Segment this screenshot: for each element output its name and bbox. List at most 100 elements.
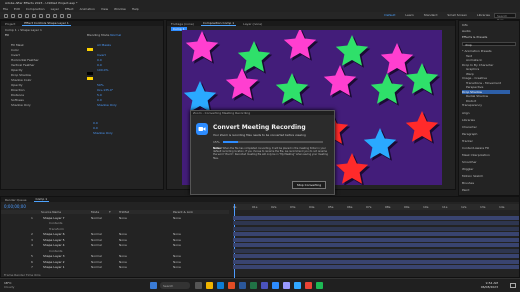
table-row[interactable]: 1 Shape Layer 7 Normal None None [1, 215, 229, 220]
panel-section[interactable]: Align [462, 111, 510, 115]
layer-name[interactable]: Shape Layer 2 [43, 260, 65, 264]
table-row[interactable]: 4 Shape Layer 4 Normal None None [1, 243, 229, 248]
pan-tool-icon[interactable] [39, 14, 43, 18]
layer-name[interactable]: Shape Layer 6 [43, 232, 65, 236]
layer-bar[interactable] [233, 221, 519, 225]
prop-value[interactable]: 50% [97, 83, 104, 87]
text-tool-icon[interactable] [60, 14, 64, 18]
layer-parent[interactable]: None [173, 238, 181, 242]
tab-footage[interactable]: Footage (none) [169, 22, 196, 26]
prop-value[interactable]: Invert [97, 53, 106, 57]
col-parent[interactable]: Parent & Link [173, 210, 193, 214]
rotate-tool-icon[interactable] [25, 14, 29, 18]
menu-animation[interactable]: Animation [80, 7, 95, 11]
table-row[interactable]: Contents [1, 248, 229, 253]
shadow-color-swatch-2[interactable] [87, 77, 93, 80]
panel-section[interactable]: Content-Aware Fill [462, 146, 510, 150]
prop-value[interactable]: 5.0 [97, 93, 102, 97]
table-row[interactable]: Contents [1, 221, 229, 226]
layer-mode[interactable]: Normal [91, 232, 102, 236]
menu-edit[interactable]: Edit [14, 7, 20, 11]
blend-mode[interactable]: Blending Mode Normal [87, 33, 121, 37]
col-source-name[interactable]: Source Name [41, 210, 61, 214]
layer-bar[interactable] [233, 248, 519, 253]
zoom-taskbar-icon[interactable] [272, 282, 279, 289]
effects-tree-item[interactable]: Drop In By Character [462, 63, 510, 67]
layer-bar[interactable] [233, 254, 519, 258]
layer-bar[interactable] [233, 215, 519, 220]
layer-bar[interactable] [233, 232, 519, 236]
search-help-input[interactable]: Search Help [494, 13, 516, 22]
task-view-icon[interactable] [195, 282, 202, 289]
notification-icon[interactable] [510, 283, 516, 288]
layer-name[interactable]: Contents [49, 221, 63, 225]
menu-composition[interactable]: Composition [26, 7, 45, 11]
clock-date[interactable]: 06/08/2023 [481, 285, 498, 289]
table-row[interactable]: 7 Shape Layer 1 Normal None None [1, 265, 229, 270]
layer-name[interactable]: Shape Layer 7 [43, 216, 65, 220]
tab-render-queue[interactable]: Render Queue [3, 198, 29, 202]
menu-effect[interactable]: Effect [65, 7, 74, 11]
workspace-small-screen[interactable]: Small Screen [447, 13, 467, 17]
workspace-libraries[interactable]: Libraries [477, 13, 490, 17]
right-panel-header[interactable]: Audio [462, 29, 510, 33]
lower-prop-value[interactable]: 0.0 [93, 126, 98, 130]
layer-parent[interactable]: None [173, 216, 181, 220]
layer-bar[interactable] [233, 243, 519, 247]
camera-tool-icon[interactable] [32, 14, 36, 18]
layer-mode[interactable]: Normal [91, 238, 102, 242]
effects-tree-item[interactable]: Distort [466, 99, 514, 103]
workspace-learn[interactable]: Learn [405, 13, 413, 17]
layer-trkmat[interactable]: None [119, 260, 127, 264]
pen-tool-icon[interactable] [53, 14, 57, 18]
panel-section[interactable]: Paragraph [462, 132, 510, 136]
teams-icon[interactable] [261, 282, 268, 289]
layer-mode[interactable]: Normal [91, 260, 102, 264]
table-row[interactable]: Transform [1, 226, 229, 231]
panel-section[interactable]: Brushes [462, 181, 510, 185]
layer-mode[interactable]: Normal [91, 254, 102, 258]
layer-trkmat[interactable]: None [119, 265, 127, 269]
effects-tree-item[interactable]: Transparency [462, 103, 510, 107]
table-row[interactable]: 2 Shape Layer 6 Normal None None [1, 232, 229, 237]
prop-value[interactable]: 0.0 [97, 58, 102, 62]
table-row[interactable]: 6 Shape Layer 2 Normal None None [1, 259, 229, 264]
layer-parent[interactable]: None [173, 265, 181, 269]
effects-tree-item[interactable]: Text [466, 54, 514, 58]
menu-file[interactable]: File [3, 7, 8, 11]
menu-layer[interactable]: Layer [51, 7, 59, 11]
col-t[interactable]: T [109, 210, 111, 214]
panel-section[interactable]: Tracker [462, 139, 510, 143]
layer-mode[interactable]: Normal [91, 243, 102, 247]
effects-tree-item[interactable]: Drop Shadow [462, 89, 510, 94]
panel-section[interactable]: Smoother [462, 160, 510, 164]
photoshop-icon[interactable] [294, 282, 301, 289]
layer-bar[interactable] [233, 265, 519, 269]
tab-project[interactable]: Project [3, 22, 17, 26]
layer-name[interactable]: Contents [49, 249, 63, 253]
effects-tree-item[interactable]: Graphics [466, 67, 514, 71]
layer-bar[interactable] [233, 259, 519, 264]
hand-tool-icon[interactable] [11, 14, 15, 18]
layer-mode[interactable]: Normal [91, 216, 102, 220]
layer-parent[interactable]: None [173, 243, 181, 247]
effects-tree-item[interactable]: * Animation Presets [462, 49, 510, 53]
file-explorer-icon[interactable] [206, 282, 213, 289]
menu-help[interactable]: Help [132, 7, 139, 11]
prop-value[interactable]: 0x+135.0° [97, 88, 113, 92]
panel-section[interactable]: Mask Interpolation [462, 153, 510, 157]
tab-layer[interactable]: Layer (none) [241, 22, 264, 26]
effects-search-input[interactable]: drop [462, 42, 516, 47]
office-icon[interactable] [228, 282, 235, 289]
layer-mode[interactable]: Normal [91, 265, 102, 269]
fill-color-swatch[interactable] [87, 48, 93, 51]
edge-icon[interactable] [217, 282, 224, 289]
lower-prop-value[interactable]: 0.0 [93, 121, 98, 125]
rectangle-tool-icon[interactable] [46, 14, 50, 18]
effects-tree-item[interactable]: Perspective [466, 85, 514, 89]
layer-trkmat[interactable]: None [119, 232, 127, 236]
right-panel-header[interactable]: Effects & Presets [462, 35, 510, 39]
layer-name[interactable]: Shape Layer 3 [43, 254, 65, 258]
layer-trkmat[interactable]: None [119, 238, 127, 242]
col-mode[interactable]: Mode [91, 210, 99, 214]
